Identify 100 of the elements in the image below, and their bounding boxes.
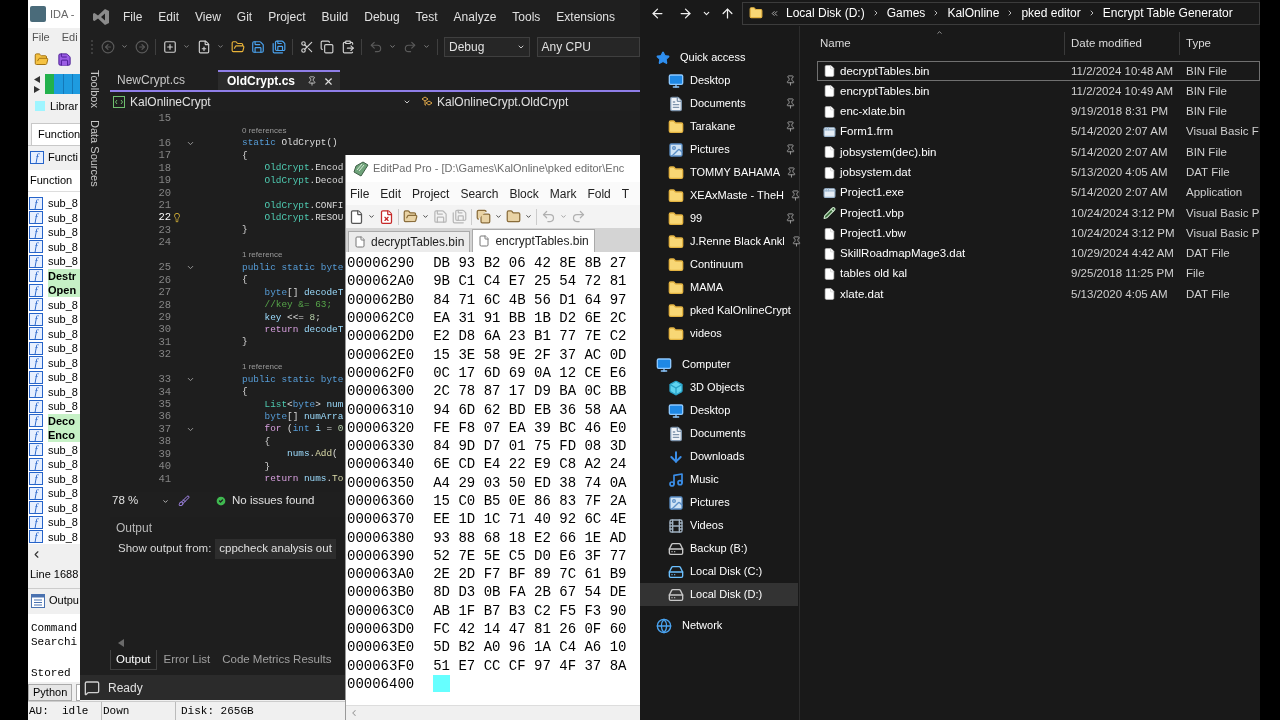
function-name[interactable]: Deco xyxy=(48,413,80,428)
function-name[interactable]: sub_8 xyxy=(48,370,80,385)
undo-icon[interactable] xyxy=(368,39,383,54)
function-name[interactable]: sub_8 xyxy=(48,210,80,225)
pin-icon[interactable] xyxy=(785,213,796,224)
nav-group[interactable]: Computer xyxy=(682,356,731,373)
menu-item[interactable]: Test xyxy=(415,7,438,26)
nav-item[interactable]: J.Renne Black Ankl xyxy=(640,230,798,253)
nav-group[interactable]: Network xyxy=(682,617,723,634)
function-name[interactable]: sub_8 xyxy=(48,399,80,414)
function-name[interactable]: sub_8 xyxy=(48,515,80,530)
menu-item[interactable]: Build xyxy=(321,7,349,26)
brush-icon[interactable] xyxy=(178,495,190,507)
nav-item[interactable]: XEAxMaste - TheH xyxy=(640,184,798,207)
menu-item[interactable]: Block xyxy=(509,184,539,203)
pin-icon[interactable] xyxy=(786,167,798,178)
function-name[interactable]: sub_8 xyxy=(48,312,80,327)
code-lens[interactable]: 0 references xyxy=(242,126,287,135)
close-icon[interactable] xyxy=(323,75,335,87)
breadcrumb[interactable]: pked editor xyxy=(1021,4,1081,22)
paste-icon[interactable] xyxy=(340,39,355,54)
file-tab[interactable]: decryptTables.bin xyxy=(348,231,471,252)
document-tab[interactable]: OldCrypt.cs xyxy=(218,70,341,90)
folder-open-icon[interactable] xyxy=(230,39,245,54)
pin-icon[interactable] xyxy=(785,75,796,86)
file-row[interactable]: Project1.vbw 10/24/2024 3:12 PM Visual Basic P xyxy=(817,223,1261,244)
nav-item[interactable]: Desktop xyxy=(640,69,798,92)
folder-icon[interactable] xyxy=(506,209,521,224)
save-all-icon[interactable] xyxy=(271,39,286,54)
nav-item[interactable]: 3D Objects xyxy=(640,376,798,399)
save-icon[interactable] xyxy=(251,39,265,54)
add-square-icon[interactable] xyxy=(162,39,177,54)
file-row[interactable]: tables old kal 9/25/2018 11:25 PM File xyxy=(817,263,1261,285)
menu-item[interactable]: File xyxy=(32,28,50,46)
nav-item[interactable]: TOMMY BAHAMA xyxy=(640,161,798,184)
panel-tab[interactable]: Error List xyxy=(158,650,216,670)
function-name[interactable]: sub_8 xyxy=(48,326,80,341)
scissors-icon[interactable] xyxy=(299,39,314,54)
close-file-icon[interactable] xyxy=(379,208,394,225)
command-input[interactable] xyxy=(76,683,80,701)
menu-item[interactable]: View xyxy=(195,7,221,26)
function-name[interactable]: sub_8 xyxy=(48,239,80,254)
function-name[interactable]: sub_8 xyxy=(48,384,80,399)
nav-item[interactable]: MAMA xyxy=(640,276,798,299)
menu-item[interactable]: Project xyxy=(268,7,306,26)
lightbulb-icon[interactable] xyxy=(172,212,182,224)
nav-item[interactable]: Pictures xyxy=(640,138,798,161)
file-row[interactable]: Project1.vbp 10/24/2024 3:12 PM Visual Basic P xyxy=(817,203,1261,224)
menu-item[interactable]: Debug xyxy=(364,7,400,26)
menu-item[interactable]: Extensions xyxy=(556,7,616,26)
up-icon[interactable] xyxy=(720,5,735,21)
file-row[interactable]: decryptTables.bin 11/2/2024 10:48 AM BIN File xyxy=(817,61,1261,82)
function-name[interactable]: sub_8 xyxy=(48,225,80,240)
pin-icon[interactable] xyxy=(790,236,802,247)
folder-open-icon[interactable] xyxy=(403,209,418,224)
file-row[interactable]: Project1.exe 5/14/2020 2:07 AM Application xyxy=(817,182,1261,204)
file-row[interactable]: xlate.dat 5/13/2020 4:05 AM DAT File xyxy=(817,284,1261,305)
menu-item[interactable]: Edit xyxy=(380,184,402,203)
column-header[interactable]: Date modified xyxy=(1071,34,1142,53)
output-source-dropdown[interactable]: cppcheck analysis out xyxy=(215,539,337,559)
function-name[interactable]: sub_8 xyxy=(48,529,80,544)
function-name[interactable]: sub_8 xyxy=(48,196,80,211)
side-tab[interactable]: Toolbox xyxy=(86,70,104,108)
function-name[interactable]: sub_8 xyxy=(48,500,80,515)
copy-icon[interactable] xyxy=(320,39,334,54)
nav-item[interactable]: Tarakane xyxy=(640,115,798,138)
nav-item[interactable]: Local Disk (D:) xyxy=(640,583,798,606)
nav-item[interactable]: Documents xyxy=(640,422,798,445)
nav-item[interactable]: Videos xyxy=(640,514,798,537)
function-name[interactable]: sub_8 xyxy=(48,442,80,457)
new-file-icon[interactable] xyxy=(349,208,364,225)
nav-item[interactable]: videos xyxy=(640,322,798,345)
side-tab[interactable]: Data Sources xyxy=(86,119,104,187)
function-name[interactable]: Open xyxy=(48,283,80,298)
function-name[interactable]: sub_8 xyxy=(48,457,80,472)
scroll-left-icon[interactable] xyxy=(118,639,124,647)
breadcrumb[interactable]: Encrypt Table Generator xyxy=(1102,4,1233,22)
menu-item[interactable]: T xyxy=(621,184,630,203)
nav-item[interactable]: Local Disk (C:) xyxy=(640,560,798,583)
forward-icon[interactable] xyxy=(678,5,693,21)
triangle-left-icon[interactable] xyxy=(34,75,40,83)
triangle-right-icon[interactable] xyxy=(34,85,40,93)
file-row[interactable]: jobsystem.dat 5/13/2020 4:05 AM DAT File xyxy=(817,162,1261,183)
menu-item[interactable]: Git xyxy=(236,7,253,26)
nav-item[interactable]: Documents xyxy=(640,92,798,115)
file-row[interactable]: encryptTables.bin 11/2/2024 10:49 AM BIN File xyxy=(817,81,1261,102)
function-name[interactable]: sub_8 xyxy=(48,486,80,501)
zoom-dropdown[interactable]: 78 % xyxy=(112,493,172,509)
chevrons-left-icon[interactable] xyxy=(770,8,779,18)
tab[interactable]: Function xyxy=(31,123,81,145)
nav-item[interactable]: 99 xyxy=(640,207,798,230)
code-lens[interactable]: 1 reference xyxy=(242,362,283,371)
panel-tab[interactable]: Output xyxy=(110,650,157,670)
nav-item[interactable]: Backup (B:) xyxy=(640,537,798,560)
menu-item[interactable]: File xyxy=(123,7,143,26)
menu-item[interactable]: Search xyxy=(460,184,499,203)
nav-item[interactable]: Desktop xyxy=(640,399,798,422)
save-icon[interactable] xyxy=(57,51,72,67)
breadcrumb[interactable]: KalOnline xyxy=(947,4,1000,22)
menu-item[interactable]: Mark xyxy=(549,184,577,203)
